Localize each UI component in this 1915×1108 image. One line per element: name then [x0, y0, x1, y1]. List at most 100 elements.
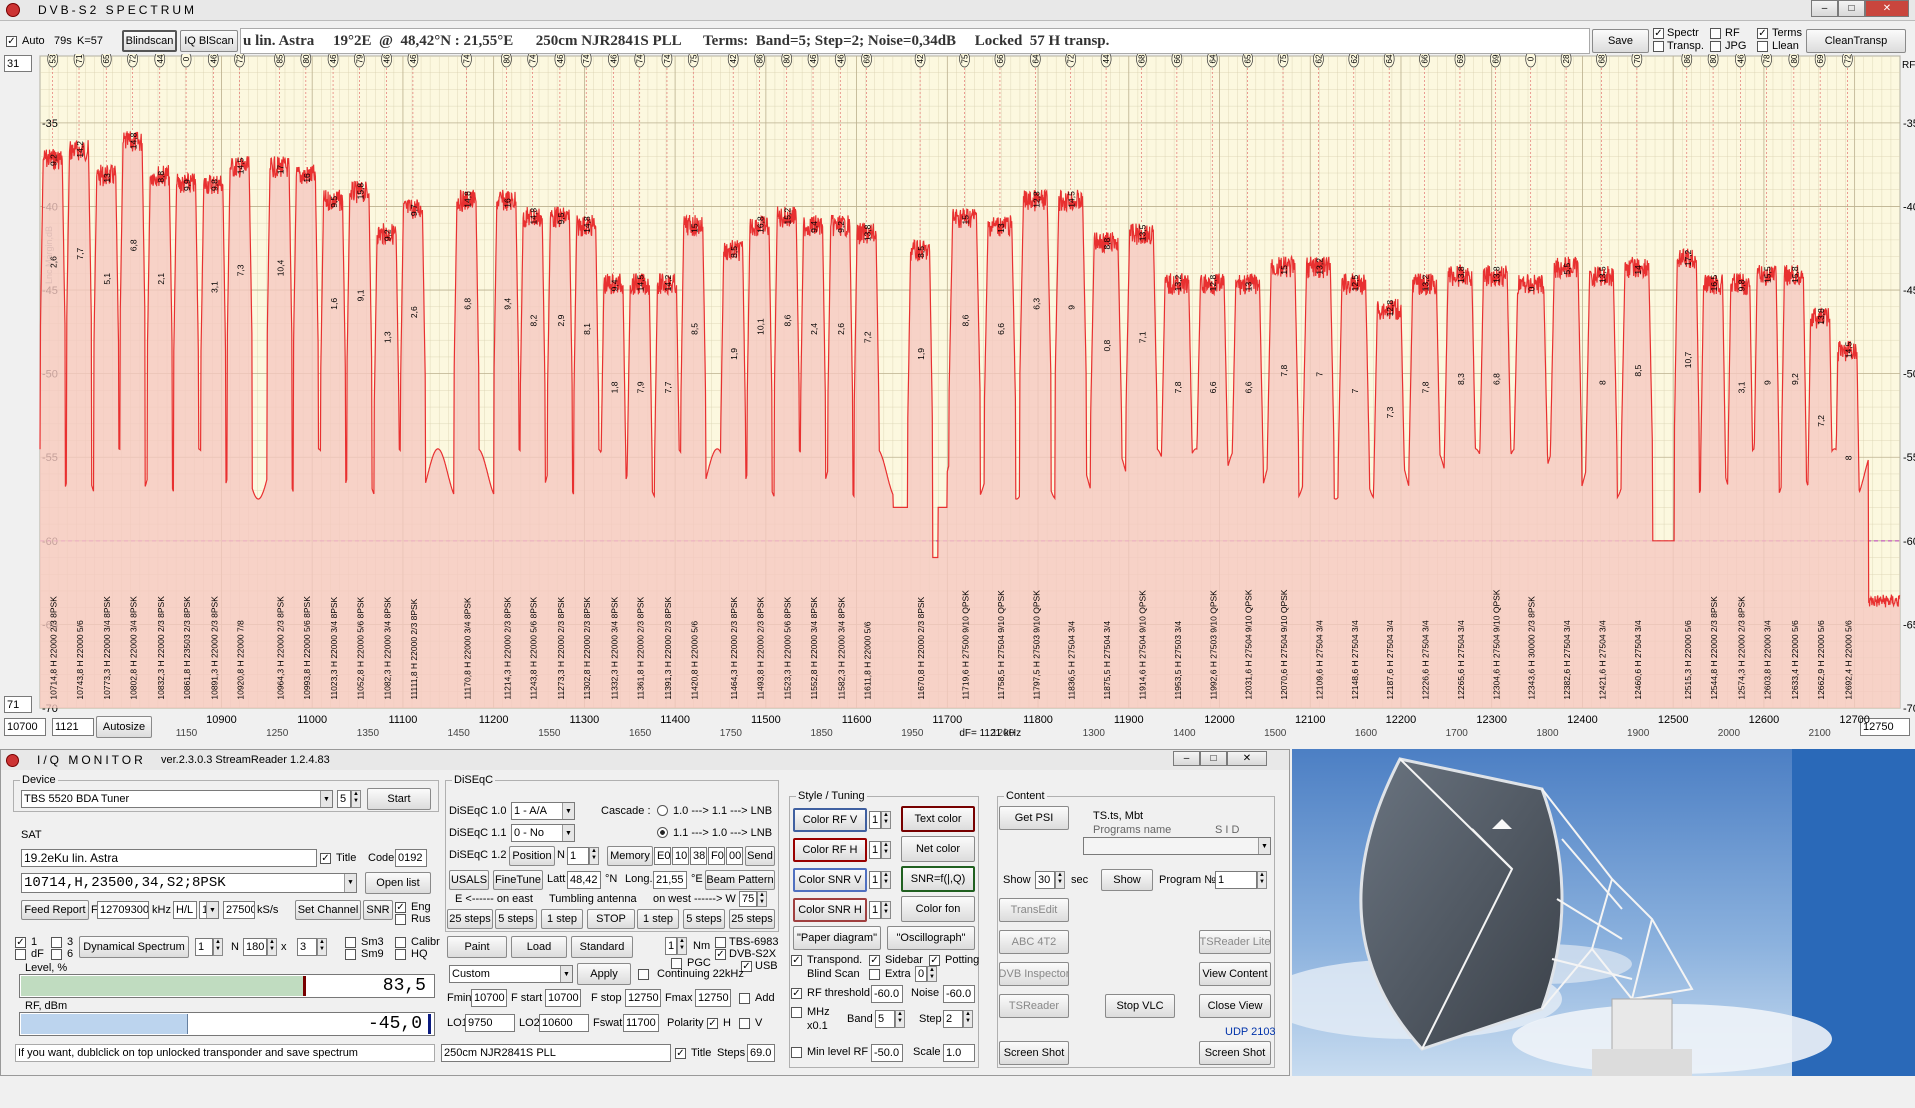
paint-button[interactable]: Paint: [447, 936, 507, 958]
rf-checkbox[interactable]: [1710, 28, 1721, 39]
step-spinner[interactable]: ▲ ▼: [963, 1010, 973, 1028]
get-psi-button[interactable]: Get PSI: [999, 806, 1069, 830]
stop-vlc-button[interactable]: Stop VLC: [1105, 994, 1175, 1018]
polarity-v-checkbox[interactable]: [739, 1018, 750, 1029]
freq-step-input[interactable]: 1121: [52, 718, 94, 736]
color-snrh-button[interactable]: Color SNR H: [793, 898, 867, 922]
noise-input[interactable]: -60.0: [943, 985, 975, 1003]
jpg-checkbox[interactable]: [1710, 41, 1721, 52]
blindscan-button[interactable]: Blindscan: [122, 30, 177, 52]
tsreader-lite-button[interactable]: TSReader Lite: [1199, 930, 1271, 954]
iq-maximize-button[interactable]: □: [1200, 751, 1227, 766]
min-level-checkbox[interactable]: [791, 1047, 802, 1058]
west-25-steps-button[interactable]: 25 steps: [729, 909, 775, 929]
transedit-button[interactable]: TransEdit: [999, 898, 1069, 922]
n-select[interactable]: 1: [195, 938, 213, 956]
opt3-checkbox[interactable]: [51, 937, 62, 948]
eng-checkbox[interactable]: ✓: [395, 902, 406, 913]
n180-input[interactable]: 180: [243, 938, 267, 956]
paper-diagram-button[interactable]: "Paper diagram": [793, 926, 881, 950]
send-button[interactable]: Send: [745, 846, 775, 866]
rf-threshold-input[interactable]: -60.0: [871, 985, 903, 1003]
minimize-button[interactable]: –: [1811, 0, 1838, 17]
color-rfh-spinner[interactable]: ▲ ▼: [881, 841, 891, 859]
min-level-input[interactable]: -50.0: [871, 1044, 903, 1062]
lnb-title-checkbox[interactable]: ✓: [675, 1048, 686, 1059]
set-channel-button[interactable]: Set Channel: [295, 900, 361, 920]
polarity-h-checkbox[interactable]: ✓: [707, 1018, 718, 1029]
position-input[interactable]: 1: [567, 847, 589, 865]
position-spinner[interactable]: ▲ ▼: [589, 847, 599, 865]
latt-input[interactable]: 48,42: [567, 871, 601, 889]
oscillograph-button[interactable]: "Oscillograph": [887, 926, 975, 950]
close-button[interactable]: ✕: [1865, 0, 1909, 17]
lnb-name-input[interactable]: 250cm NJR2841S PLL: [441, 1044, 671, 1062]
llean-checkbox[interactable]: [1757, 41, 1768, 52]
band-spinner[interactable]: ▲ ▼: [895, 1010, 905, 1028]
ymax-input[interactable]: 31: [4, 55, 32, 72]
transponder-select[interactable]: 10714,H,23500,34,S2;8PSK ▼: [21, 873, 357, 893]
fstart-input[interactable]: 10700: [545, 989, 581, 1007]
color-snrv-idx[interactable]: 1: [869, 871, 881, 889]
sm9-checkbox[interactable]: [345, 949, 356, 960]
tuner-index[interactable]: 5: [337, 790, 351, 808]
potting-checkbox[interactable]: ✓: [929, 955, 940, 966]
hl-index[interactable]: 1▼: [199, 901, 219, 919]
transpond-checkbox[interactable]: ✓: [791, 955, 802, 966]
net-color-button[interactable]: Net color: [901, 836, 975, 862]
diseqc10-select[interactable]: 1 - A/A ▼: [511, 802, 575, 820]
programs-select[interactable]: ▼: [1083, 837, 1271, 855]
dynamical-spectrum-button[interactable]: Dynamical Spectrum: [79, 936, 189, 958]
snr-button[interactable]: SNR: [363, 900, 393, 920]
color-snrv-button[interactable]: Color SNR V: [793, 868, 867, 892]
terms-checkbox[interactable]: ✓: [1757, 28, 1768, 39]
sidebar-checkbox[interactable]: ✓: [869, 955, 880, 966]
program-number-spinner[interactable]: ▲ ▼: [1257, 871, 1267, 889]
usals-button[interactable]: USALS: [449, 870, 489, 890]
iq-close-button[interactable]: ✕: [1227, 751, 1267, 766]
cleantransp-button[interactable]: CleanTransp: [1806, 29, 1906, 53]
color-rfh-button[interactable]: Color RF H: [793, 838, 867, 862]
sm3-checkbox[interactable]: [345, 937, 356, 948]
finetune-button[interactable]: FineTune: [493, 870, 543, 890]
view-content-button[interactable]: View Content: [1199, 962, 1271, 986]
opt1-checkbox[interactable]: ✓: [15, 937, 26, 948]
x-input[interactable]: 3: [297, 938, 317, 956]
feed-report-button[interactable]: Feed Report: [21, 900, 89, 920]
lo1-input[interactable]: 9750: [465, 1014, 515, 1032]
show-seconds-spinner[interactable]: ▲ ▼: [1055, 871, 1065, 889]
steps-input[interactable]: 69.0: [747, 1044, 775, 1062]
tbs-checkbox[interactable]: [715, 937, 726, 948]
scale-input[interactable]: 1.0: [943, 1044, 975, 1062]
continuing-22khz-checkbox[interactable]: [638, 969, 649, 980]
nm-spinner[interactable]: ▲ ▼: [677, 937, 687, 955]
x-spinner[interactable]: ▲ ▼: [317, 938, 327, 956]
color-rfv-idx[interactable]: 1: [869, 811, 881, 829]
apply-button[interactable]: Apply: [577, 963, 631, 985]
transp-checkbox[interactable]: [1653, 41, 1664, 52]
fmin-input[interactable]: 10700: [471, 989, 507, 1007]
color-rfv-spinner[interactable]: ▲ ▼: [881, 811, 891, 829]
spectr-checkbox[interactable]: ✓: [1653, 28, 1664, 39]
west-spinner[interactable]: ▲ ▼: [757, 891, 767, 907]
color-snrh-spinner[interactable]: ▲ ▼: [881, 901, 891, 919]
autosize-button[interactable]: Autosize: [96, 716, 152, 738]
df-checkbox[interactable]: [15, 949, 26, 960]
rus-checkbox[interactable]: [395, 914, 406, 925]
load-button[interactable]: Load: [511, 936, 567, 958]
dvb-inspector-button[interactable]: DVB Inspector: [999, 962, 1069, 986]
fmax-input[interactable]: 12750: [695, 989, 731, 1007]
color-fon-button[interactable]: Color fon: [901, 896, 975, 922]
frequency-input[interactable]: 12709300: [97, 901, 149, 919]
n180-spinner[interactable]: ▲ ▼: [267, 938, 277, 956]
beam-pattern-button[interactable]: Beam Pattern: [705, 870, 775, 890]
text-color-button[interactable]: Text color: [901, 806, 975, 832]
code-input[interactable]: 0192: [395, 849, 427, 867]
memory-byte-4[interactable]: F0: [708, 847, 725, 865]
symbol-rate-input[interactable]: 27500: [223, 901, 255, 919]
east-5-steps-button[interactable]: 5 steps: [495, 909, 537, 929]
save-button[interactable]: Save: [1592, 29, 1649, 53]
hq-checkbox[interactable]: [395, 949, 406, 960]
freq-start-input[interactable]: 10700: [4, 718, 46, 736]
ymin-input[interactable]: 71: [4, 696, 32, 713]
